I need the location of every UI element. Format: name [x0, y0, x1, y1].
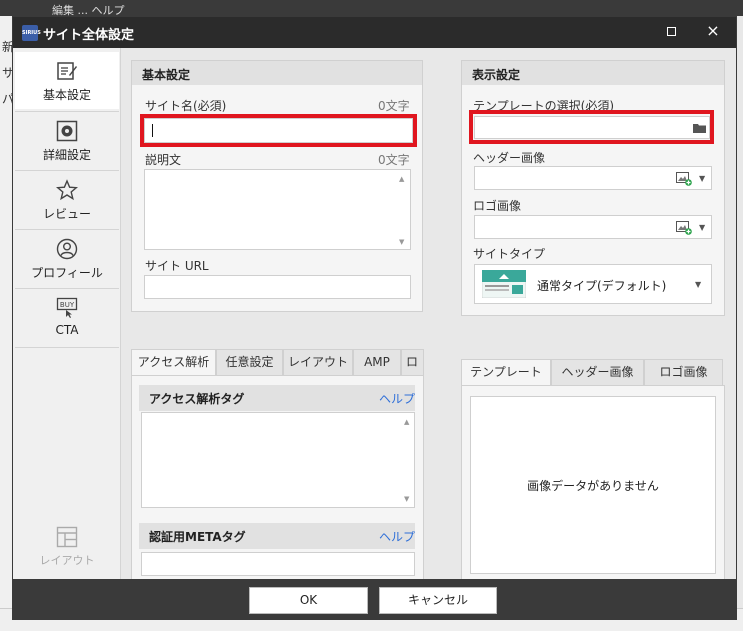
svg-text:BUY: BUY [60, 301, 75, 309]
left-tabbar: アクセス解析 任意設定 レイアウト AMP ロゴ [131, 349, 424, 376]
gear-icon [56, 120, 78, 142]
tab-optional-settings[interactable]: 任意設定 [216, 349, 283, 375]
header-image-select[interactable]: ▼ [474, 166, 712, 190]
sidebar-item-layout[interactable]: レイアウト [15, 518, 119, 575]
tab-access-analysis[interactable]: アクセス解析 [131, 349, 216, 376]
cancel-button[interactable]: キャンセル [379, 587, 497, 614]
tab-logo-image[interactable]: ロゴ画像 [644, 359, 723, 385]
sidebar-item-label: CTA [55, 323, 79, 337]
scroll-down-icon[interactable]: ▼ [399, 238, 404, 246]
scroll-up-icon[interactable]: ▲ [404, 418, 409, 426]
sidebar-item-profile[interactable]: プロフィール [15, 230, 119, 287]
folder-icon[interactable] [693, 122, 707, 134]
close-icon[interactable]: × [705, 23, 721, 39]
access-analysis-panel: アクセス解析タグ ヘルプ ▲ ▼ 認証用METAタグ ヘルプ [131, 375, 424, 585]
meta-tag-title: 認証用METAタグ [149, 530, 246, 544]
tab-logo[interactable]: ロゴ [401, 349, 424, 375]
site-name-counter: 0文字 [378, 99, 410, 113]
site-settings-dialog: SIRIUS サイト全体設定 × 基本設定 詳細設定 レビュー プロフィール B… [12, 16, 737, 620]
sidebar-item-label: レビュー [42, 207, 91, 221]
sidebar-item-label: 基本設定 [42, 88, 91, 102]
site-type-value: 通常タイプ(デフォルト) [537, 279, 667, 293]
sidebar-item-basic[interactable]: 基本設定 [15, 52, 119, 109]
logo-image-select[interactable]: ▼ [474, 215, 712, 239]
sidebar-item-cta[interactable]: BUY CTA [15, 289, 119, 346]
basic-settings-title: 基本設定 [132, 61, 422, 85]
settings-main: 基本設定 サイト名(必須) 0文字 説明文 0文字 ▲ ▼ サイト URL 表示… [121, 48, 736, 585]
dialog-titlebar: SIRIUS サイト全体設定 × [13, 17, 736, 48]
star-icon [56, 179, 78, 201]
template-preview-area: 画像データがありません [470, 396, 716, 574]
sidebar-item-label: レイアウト [39, 554, 95, 567]
tab-template[interactable]: テンプレート [461, 359, 551, 386]
scroll-down-icon[interactable]: ▼ [404, 495, 409, 503]
site-url-label: サイト URL [145, 259, 209, 273]
display-settings-group: 表示設定 テンプレートの選択(必須) ヘッダー画像 ▼ ロゴ画像 ▼ サイトタイ… [461, 60, 725, 316]
access-tag-textarea[interactable]: ▲ ▼ [141, 412, 415, 508]
right-tabbar: テンプレート ヘッダー画像 ロゴ画像 [461, 359, 723, 386]
access-help-link[interactable]: ヘルプ [379, 390, 415, 407]
sidebar-item-label: プロフィール [31, 266, 103, 280]
app-icon: SIRIUS [22, 25, 41, 41]
description-counter: 0文字 [378, 153, 410, 167]
site-type-label: サイトタイプ [473, 247, 546, 261]
chevron-down-icon[interactable]: ▼ [699, 223, 705, 232]
template-preview-panel: 画像データがありません [461, 385, 725, 580]
tab-amp[interactable]: AMP [353, 349, 401, 375]
description-textarea[interactable]: ▲ ▼ [144, 169, 411, 250]
site-name-input[interactable] [144, 118, 413, 143]
dialog-title: サイト全体設定 [43, 28, 135, 43]
ok-button[interactable]: OK [249, 587, 368, 614]
scroll-up-icon[interactable]: ▲ [399, 175, 404, 183]
meta-tag-header: 認証用METAタグ ヘルプ [139, 523, 415, 549]
logo-image-label: ロゴ画像 [473, 199, 522, 213]
meta-help-link[interactable]: ヘルプ [379, 528, 415, 545]
template-select-input[interactable] [474, 116, 710, 139]
tab-header-image[interactable]: ヘッダー画像 [551, 359, 644, 385]
chevron-down-icon[interactable]: ▼ [695, 280, 701, 289]
site-type-select[interactable]: 通常タイプ(デフォルト) ▼ [474, 264, 712, 304]
settings-sidebar: 基本設定 詳細設定 レビュー プロフィール BUY CTA レイアウト [13, 48, 121, 579]
meta-tag-input[interactable] [141, 552, 415, 576]
access-tag-header: アクセス解析タグ ヘルプ [139, 385, 415, 411]
layout-icon [56, 526, 78, 548]
display-settings-title: 表示設定 [462, 61, 724, 85]
sidebar-item-label: 詳細設定 [42, 148, 91, 162]
sidebar-item-advanced[interactable]: 詳細設定 [15, 112, 119, 169]
add-image-icon [676, 221, 692, 235]
chevron-down-icon[interactable]: ▼ [699, 174, 705, 183]
site-name-label: サイト名(必須) [145, 99, 227, 113]
edit-icon [57, 62, 77, 80]
buy-icon: BUY [56, 297, 78, 318]
tab-layout[interactable]: レイアウト [283, 349, 353, 375]
site-url-input[interactable] [144, 275, 411, 299]
user-icon [56, 238, 78, 260]
text-caret [152, 124, 153, 137]
description-label: 説明文 [145, 153, 182, 167]
header-image-label: ヘッダー画像 [473, 151, 546, 165]
dialog-footer: OK キャンセル [13, 579, 736, 620]
basic-settings-group: 基本設定 サイト名(必須) 0文字 説明文 0文字 ▲ ▼ サイト URL [131, 60, 423, 312]
add-image-icon [676, 172, 692, 186]
maximize-icon[interactable] [665, 25, 677, 37]
site-type-thumbnail-icon [482, 270, 526, 298]
sidebar-divider [15, 347, 119, 348]
no-image-message: 画像データがありません [527, 479, 659, 493]
access-tag-title: アクセス解析タグ [149, 392, 245, 406]
background-menubar: 編集 ... ヘルプ [0, 0, 743, 17]
sidebar-item-review[interactable]: レビュー [15, 171, 119, 228]
